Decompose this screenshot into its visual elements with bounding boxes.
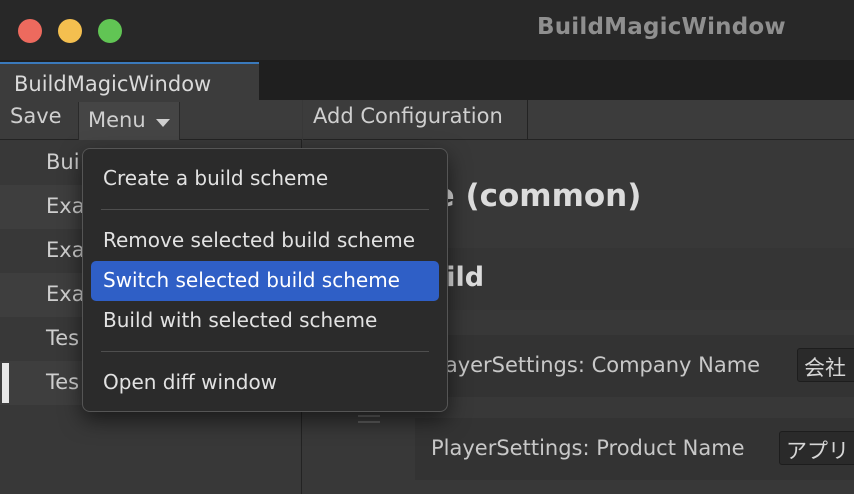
window-title: BuildMagicWindow [537,14,786,40]
company-name-field[interactable]: 会社 [797,348,854,382]
menu-separator [101,351,429,352]
close-window-button[interactable] [18,19,42,43]
menu-item-label: Open diff window [103,370,278,394]
section-title: le (common) [423,178,642,214]
title-bar: BuildMagicWindow [0,0,854,60]
company-name-value: 会社 [804,356,846,380]
menu-item-create-build-scheme[interactable]: Create a build scheme [91,159,439,199]
build-section-header[interactable]: uild [413,248,854,310]
product-name-value: アプリ [786,439,849,463]
property-row-product-name: PlayerSettings: Product Name アプリ [415,418,854,480]
scheme-item-label: Tes [46,326,80,350]
tab-build-magic-window[interactable]: BuildMagicWindow [0,62,259,100]
property-label: PlayerSettings: Product Name [431,436,745,460]
menu-item-switch-build-scheme[interactable]: Switch selected build scheme [91,261,439,301]
menu-item-open-diff-window[interactable]: Open diff window [91,363,439,403]
caret-down-icon [156,119,170,127]
menu-popup: Create a build scheme Remove selected bu… [82,148,448,412]
minimize-window-button[interactable] [58,19,82,43]
menu-separator [101,209,429,210]
product-name-field[interactable]: アプリ [779,431,854,465]
add-configuration-label: Add Configuration [313,104,503,128]
property-label: layerSettings: Company Name [439,353,761,377]
menu-dropdown-button[interactable]: Menu [78,102,180,140]
add-configuration-button[interactable]: Add Configuration [303,100,528,140]
drag-handle-icon[interactable] [358,415,380,427]
menu-item-build-with-scheme[interactable]: Build with selected scheme [91,301,439,341]
menu-item-label: Switch selected build scheme [103,268,400,292]
configuration-toolbar: Add Configuration [303,100,854,140]
maximize-window-button[interactable] [98,19,122,43]
scheme-item-label: Exa [46,238,85,262]
scheme-item-label: Exa [46,194,85,218]
active-scheme-marker [2,363,9,403]
scheme-item-label: Exa [46,282,85,306]
menu-item-remove-build-scheme[interactable]: Remove selected build scheme [91,221,439,261]
tab-strip: BuildMagicWindow [0,60,854,100]
build-magic-window: BuildMagicWindow BuildMagicWindow Save M… [0,0,854,494]
menu-item-label: Create a build scheme [103,166,329,190]
menu-button-label: Menu [88,108,146,132]
scheme-toolbar: Save Menu [0,100,302,140]
tab-label: BuildMagicWindow [14,72,212,96]
menu-item-label: Build with selected scheme [103,308,378,332]
scheme-item-label: Tes [46,370,80,394]
save-button[interactable]: Save [10,104,62,128]
menu-item-label: Remove selected build scheme [103,228,416,252]
property-row-company-name: layerSettings: Company Name 会社 [433,335,854,397]
scheme-item-label: Bui [46,150,80,174]
